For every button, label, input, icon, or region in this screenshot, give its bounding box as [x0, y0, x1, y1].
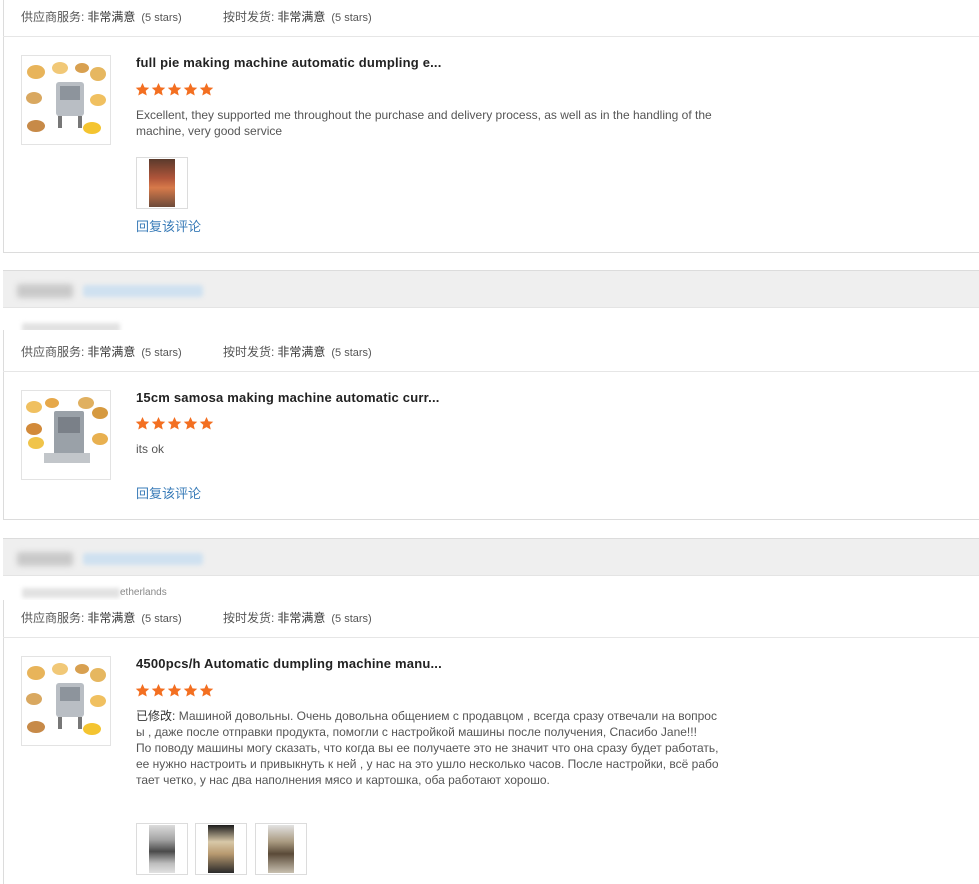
review-photo[interactable]: [136, 823, 188, 875]
review-photo[interactable]: [255, 823, 307, 875]
star-rating: [135, 683, 214, 699]
star-icon: [199, 82, 214, 96]
product-title-link[interactable]: 4500pcs/h Automatic dumpling machine man…: [136, 656, 442, 671]
reply-link[interactable]: 回复该评论: [136, 216, 201, 235]
seller-ratings-row-2: 供应商服务: 非常满意 (5 stars) 按时发货: 非常满意 (5 stars): [21, 343, 372, 360]
row-divider: [3, 637, 979, 638]
star-icon: [151, 82, 166, 96]
star-icon: [167, 416, 182, 430]
star-icon: [167, 683, 182, 697]
review-text-part-1: Машиной довольны. Очень довольна общение…: [136, 709, 717, 739]
blurred-name: [83, 553, 203, 565]
shipping-value: 非常满意: [277, 10, 326, 24]
review-text-part-2: По поводу машины могу сказать, что когда…: [136, 741, 719, 787]
shipping-label: 按时发货:: [223, 611, 275, 625]
supplier-service-stars: (5 stars): [141, 347, 182, 359]
blurred-avatar: [17, 552, 73, 566]
shipping-stars: (5 stars): [331, 347, 372, 359]
seller-ratings-row-3: 供应商服务: 非常满意 (5 stars) 按时发货: 非常满意 (5 stars): [21, 609, 372, 626]
supplier-service-value: 非常满意: [87, 345, 136, 359]
reply-link[interactable]: 回复该评论: [136, 483, 201, 502]
row-divider: [3, 371, 979, 372]
review-text: Excellent, they supported me throughout …: [136, 108, 712, 138]
star-icon: [151, 416, 166, 430]
product-title-link[interactable]: full pie making machine automatic dumpli…: [136, 55, 442, 70]
star-icon: [167, 82, 182, 96]
star-icon: [135, 82, 150, 96]
supplier-service-label: 供应商服务:: [21, 10, 85, 24]
row-divider: [3, 36, 979, 37]
star-icon: [183, 82, 198, 96]
review-text: its ok: [136, 442, 165, 456]
star-icon: [151, 683, 166, 697]
shipping-label: 按时发货:: [223, 10, 275, 24]
supplier-service-stars: (5 stars): [141, 12, 182, 24]
product-thumbnail[interactable]: [21, 55, 111, 145]
supplier-service-label: 供应商服务:: [21, 345, 85, 359]
star-icon: [199, 416, 214, 430]
shipping-stars: (5 stars): [331, 613, 372, 625]
product-thumbnail[interactable]: [21, 656, 111, 746]
star-icon: [199, 683, 214, 697]
shipping-label: 按时发货:: [223, 345, 275, 359]
supplier-service-stars: (5 stars): [141, 613, 182, 625]
edited-prefix: 已修改:: [136, 709, 176, 723]
reviewer-header: [3, 538, 979, 576]
star-icon: [135, 416, 150, 430]
supplier-service-value: 非常满意: [87, 10, 136, 24]
star-icon: [183, 683, 198, 697]
supplier-service-value: 非常满意: [87, 611, 136, 625]
review-photo[interactable]: [195, 823, 247, 875]
supplier-service-label: 供应商服务:: [21, 611, 85, 625]
review-text: 已修改: Машиной довольны. Очень довольна об…: [136, 708, 721, 788]
shipping-stars: (5 stars): [331, 12, 372, 24]
review-photo[interactable]: [136, 157, 188, 209]
reviewer-country: etherlands: [120, 587, 167, 598]
star-icon: [183, 416, 198, 430]
blurred-avatar: [17, 284, 73, 298]
blurred-country-prefix: [22, 588, 120, 598]
seller-ratings-row-1: 供应商服务: 非常满意 (5 stars) 按时发货: 非常满意 (5 stars): [21, 8, 372, 25]
blurred-name: [83, 285, 203, 297]
shipping-value: 非常满意: [277, 345, 326, 359]
star-icon: [135, 683, 150, 697]
product-title-link[interactable]: 15cm samosa making machine automatic cur…: [136, 390, 440, 405]
star-rating: [135, 416, 214, 432]
star-rating: [135, 82, 214, 98]
shipping-value: 非常满意: [277, 611, 326, 625]
product-thumbnail[interactable]: [21, 390, 111, 480]
reviewer-header: [3, 270, 979, 308]
